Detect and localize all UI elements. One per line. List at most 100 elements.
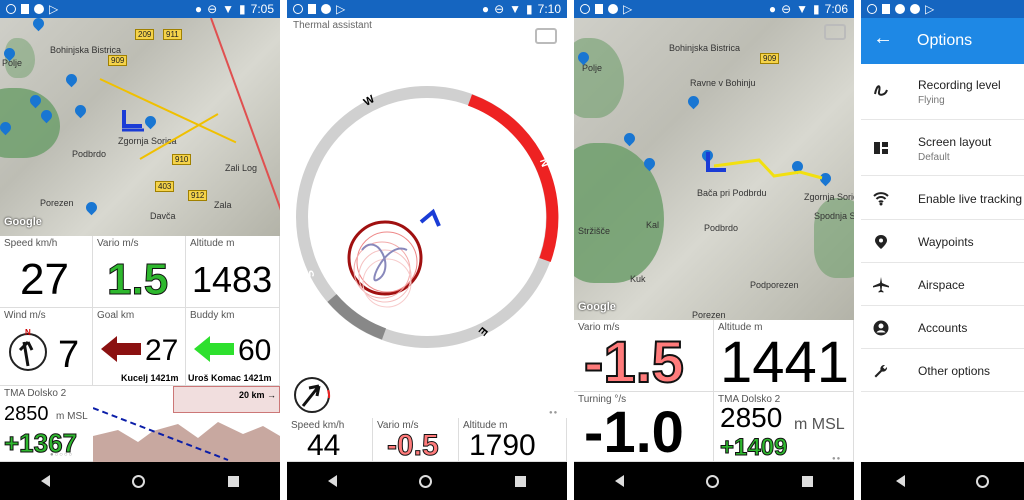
map-view[interactable]: Bohinjska Bistrica Polje Podbrdo Zgornja… — [0, 18, 280, 236]
back-arrow-icon[interactable]: ← — [873, 28, 893, 48]
map-label: Bača pri Podbrdu — [697, 188, 767, 198]
flight-track — [706, 152, 823, 180]
back-icon[interactable] — [41, 475, 51, 487]
airspace-label: TMA Dolsko 2 — [4, 388, 67, 399]
vario-tile[interactable]: Vario m/s -1.5 — [574, 320, 714, 392]
map-label: Stržišče — [578, 226, 611, 236]
option-title: Recording level — [918, 78, 1001, 92]
recording-icon — [874, 85, 888, 96]
recents-icon[interactable] — [227, 475, 239, 487]
status-bar: ▷ ● ⊖ ▼ ▮ 7:06 — [574, 0, 854, 18]
status-bar: ▷ ● ⊖ ▼ ▮ 7:10 — [287, 0, 567, 18]
buddy-value: 60 — [238, 334, 272, 367]
back-icon[interactable] — [615, 475, 625, 487]
altitude-value: 1483 — [192, 259, 273, 300]
wifi-icon — [873, 192, 889, 206]
home-icon[interactable] — [132, 474, 146, 488]
option-airspace[interactable]: Airspace — [861, 263, 1024, 306]
vario-tile[interactable]: Vario m/s -0.5 — [373, 418, 459, 462]
airspace-value: 2850 — [4, 403, 49, 425]
goal-arrow-icon — [101, 336, 141, 362]
waypoint-pin-icon[interactable] — [30, 18, 47, 32]
vario-tile[interactable]: Vario m/s 1.5 — [93, 236, 186, 308]
buddy-label: Buddy km — [190, 310, 235, 321]
map-view[interactable]: Bohinjska Bistrica Polje Ravne v Bohinju… — [574, 18, 854, 320]
turning-tile[interactable]: Turning °/s -1.0 — [574, 392, 714, 462]
map-label: Polje — [2, 58, 23, 68]
status-bar: ▷ — [861, 0, 1024, 18]
page-indicator: ●○○○○ — [50, 452, 74, 458]
road-badge: 909 — [108, 55, 128, 66]
option-screen-layout[interactable]: Screen layout Default — [861, 120, 1024, 176]
speed-tile[interactable]: Speed km/h 27 — [0, 236, 93, 308]
wind-tile[interactable]: Wind m/s N 7 — [0, 308, 93, 386]
map-label: Bohinjska Bistrica — [669, 43, 741, 53]
screen-options: ▷ ← Options Recording level Flying Scree… — [861, 0, 1024, 500]
airspace-tile[interactable]: TMA Dolsko 2 2850 m MSL +1409 — [714, 392, 854, 462]
screen-thermal-assistant: ▷ ● ⊖ ▼ ▮ 7:10 Thermal assistant W N E S ●● … — [287, 0, 567, 500]
home-icon[interactable] — [419, 474, 433, 488]
speed-value: 44 — [307, 429, 341, 462]
waypoint-pin-icon[interactable] — [621, 130, 638, 147]
wind-value: 7 — [58, 334, 80, 376]
map-label: Podbrdo — [72, 149, 107, 159]
option-title: Screen layout — [918, 135, 992, 149]
road-badge: 912 — [188, 190, 208, 201]
option-title: Airspace — [918, 278, 965, 292]
goal-name: Kucelj 1421m — [121, 373, 179, 383]
account-icon — [873, 320, 889, 336]
map-label: Porezen — [692, 310, 726, 320]
glider-position-icon — [122, 110, 144, 132]
map-label: Ravne v Bohinju — [690, 78, 756, 88]
option-accounts[interactable]: Accounts — [861, 306, 1024, 349]
thermal-compass — [296, 86, 559, 348]
goal-value: 27 — [145, 334, 179, 367]
back-icon[interactable] — [328, 475, 338, 487]
road-badge: 209 — [135, 29, 155, 40]
airspace-tile[interactable]: TMA Dolsko 2 2850 m MSL +1367 — [0, 386, 93, 462]
airspace-unit: m MSL — [56, 411, 88, 422]
recents-icon[interactable] — [514, 475, 526, 487]
back-icon[interactable] — [896, 475, 906, 487]
nav-bar — [574, 462, 854, 500]
altitude-value: 1441 — [720, 330, 850, 392]
map-label: Zgornja Sorica — [804, 192, 854, 202]
altitude-tile[interactable]: Altitude m 1790 — [459, 418, 567, 462]
option-recording-level[interactable]: Recording level Flying — [861, 64, 1024, 120]
option-waypoints[interactable]: Waypoints — [861, 220, 1024, 263]
goal-label: Goal km — [97, 310, 135, 321]
altitude-tile[interactable]: Altitude m 1441 — [714, 320, 854, 392]
wind-compass-icon — [294, 377, 331, 413]
option-title: Other options — [918, 364, 991, 378]
vario-value: -1.5 — [583, 330, 685, 392]
option-title: Accounts — [918, 321, 968, 335]
page-indicator: ●● — [549, 410, 559, 416]
nav-bar — [861, 462, 1024, 500]
switch-layout-icon[interactable] — [535, 28, 557, 44]
speed-tile[interactable]: Speed km/h 44 — [287, 418, 373, 462]
switch-layout-icon[interactable] — [824, 24, 846, 40]
map-label: Kal — [646, 220, 660, 230]
option-live-tracking[interactable]: Enable live tracking — [861, 176, 1024, 220]
google-logo: Google — [578, 301, 616, 313]
buddy-tile[interactable]: Buddy km 60 Uroš Komac 1421m — [186, 308, 280, 386]
options-header: ← Options — [861, 18, 1024, 64]
airspace-delta: +1409 — [719, 434, 788, 461]
recents-icon[interactable] — [801, 475, 813, 487]
waypoint-pin-icon[interactable] — [83, 199, 100, 216]
waypoint-pin-icon[interactable] — [72, 102, 89, 119]
road-badge: 911 — [163, 29, 182, 40]
status-bar: ▷ ● ⊖ ▼ ▮ 7:05 — [0, 0, 280, 18]
option-other[interactable]: Other options — [861, 349, 1024, 392]
map-label: Bohinjska Bistrica — [50, 45, 122, 55]
waypoint-pin-icon[interactable] — [685, 93, 702, 110]
home-icon[interactable] — [706, 474, 720, 488]
home-icon[interactable] — [975, 474, 989, 488]
screen-flight-map: ▷ ● ⊖ ▼ ▮ 7:05 Bohinjska Bistrica Polje Podb… — [0, 0, 280, 500]
altitude-tile[interactable]: Altitude m 1483 — [186, 236, 280, 308]
map-label: Porezen — [40, 198, 74, 208]
waypoint-pin-icon[interactable] — [63, 71, 80, 88]
speed-value: 27 — [20, 255, 69, 304]
goal-tile[interactable]: Goal km 27 Kucelj 1421m — [93, 308, 186, 386]
altitude-label: Altitude m — [190, 238, 235, 249]
